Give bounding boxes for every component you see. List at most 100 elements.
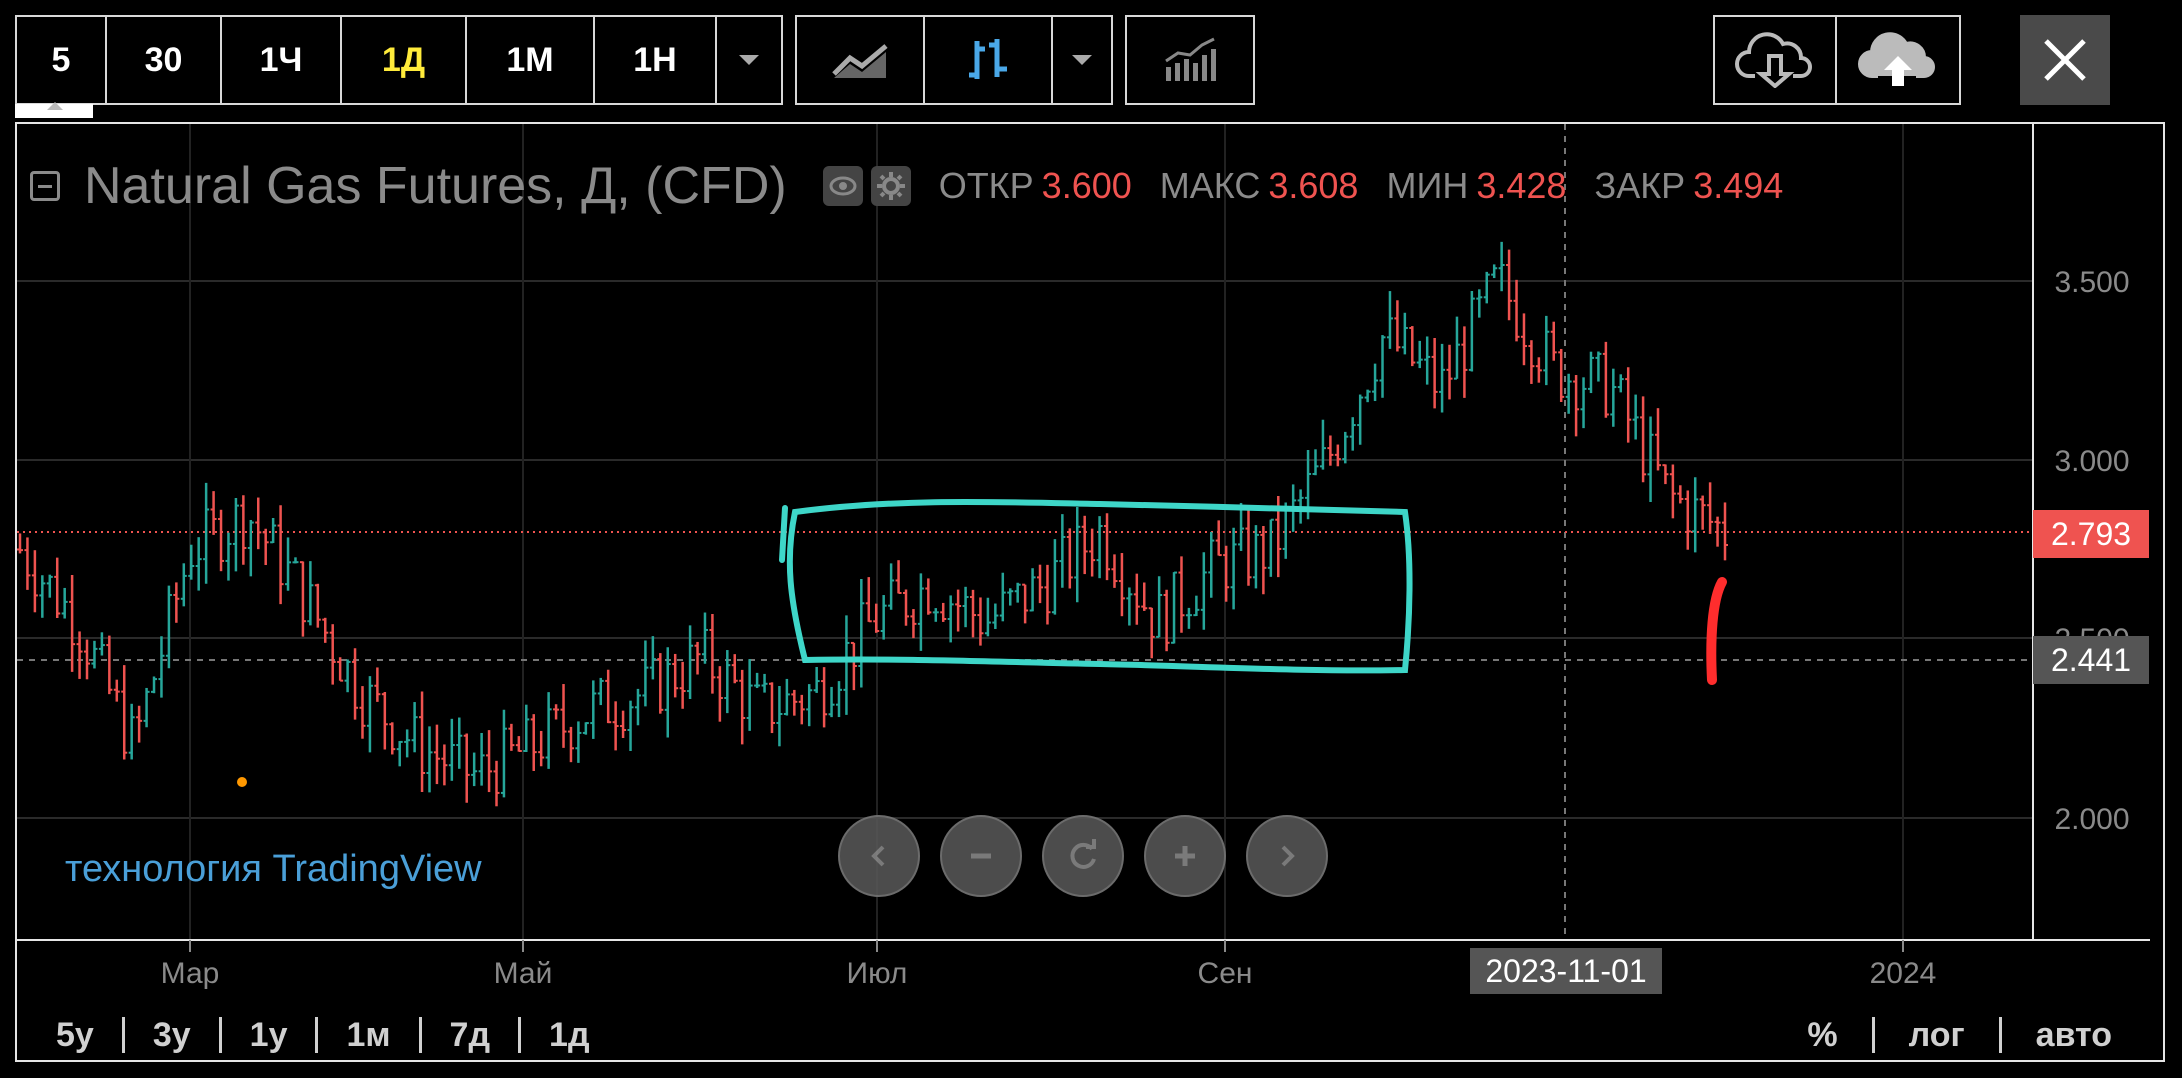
ohlc-bar xyxy=(39,575,46,618)
ohlc-bar xyxy=(128,703,135,760)
ohlc-bar xyxy=(716,666,723,722)
ohlc-bar xyxy=(1692,477,1699,553)
ohlc-bar xyxy=(1178,556,1185,633)
ohlc-bar xyxy=(121,665,128,760)
zoom-out-button[interactable] xyxy=(940,815,1022,897)
visibility-toggle[interactable] xyxy=(822,166,863,206)
range-3y-button[interactable]: 3y xyxy=(125,1016,219,1055)
high-label: МАКС xyxy=(1159,165,1261,206)
symbol-header: Natural Gas Futures, Д, (CFD) ОТКР 3.600 … xyxy=(30,157,1784,215)
ohlc-bar xyxy=(1625,367,1632,443)
ohlc-bar xyxy=(1096,516,1103,579)
ohlc-bar xyxy=(1453,316,1460,380)
ohlc-bar xyxy=(1126,587,1133,626)
ohlc-bar xyxy=(850,641,857,691)
ohlc-bar xyxy=(307,561,314,626)
ohlc-bar xyxy=(1446,344,1453,400)
auto-scale-button[interactable]: авто xyxy=(2002,1016,2112,1055)
y-tick-label: 3.500 xyxy=(2054,266,2129,299)
ohlc-bar xyxy=(1104,513,1111,581)
ohlc-bar xyxy=(1677,485,1684,504)
ohlc-bar xyxy=(173,582,180,623)
ohlc-bar xyxy=(1662,464,1669,485)
zoom-in-button[interactable] xyxy=(1144,815,1226,897)
ohlc-bar xyxy=(1506,249,1513,321)
close-label: ЗАКР xyxy=(1594,165,1686,206)
ohlc-bar xyxy=(1193,595,1200,617)
x-tick-label: Май xyxy=(494,957,553,990)
ohlc-bar xyxy=(31,550,38,613)
ohlc-bar xyxy=(612,701,619,751)
ohlc-bar xyxy=(210,491,217,535)
ohlc-bar xyxy=(54,557,61,618)
ohlc-bar xyxy=(1334,444,1341,467)
ohlc-bar xyxy=(1364,389,1371,403)
x-tick-label: Мар xyxy=(161,957,220,990)
ohlc-bar xyxy=(277,505,284,605)
ohlc-bar xyxy=(1476,289,1483,318)
ohlc-bar xyxy=(813,667,820,693)
ohlc-bar xyxy=(1699,495,1706,530)
ohlc-bar xyxy=(1535,357,1542,383)
log-scale-button[interactable]: лог xyxy=(1875,1016,1999,1055)
settings-toggle[interactable] xyxy=(870,166,911,206)
range-7d-button[interactable]: 7д xyxy=(422,1016,519,1055)
ohlc-bar xyxy=(1200,552,1207,630)
ohlc-bar xyxy=(1632,394,1639,440)
ohlc-values: ОТКР 3.600 МАКС 3.608 МИН 3.428 ЗАКР 3.494 xyxy=(921,165,1784,207)
reset-button[interactable] xyxy=(1042,815,1124,897)
low-label: МИН xyxy=(1386,165,1469,206)
range-5y-button[interactable]: 5y xyxy=(40,1016,122,1055)
ohlc-bar xyxy=(538,730,545,767)
scroll-right-button[interactable] xyxy=(1246,815,1328,897)
plus-icon xyxy=(1175,846,1195,866)
scroll-left-button[interactable] xyxy=(838,815,920,897)
ohlc-bar xyxy=(98,632,105,656)
range-1y-button[interactable]: 1y xyxy=(222,1016,316,1055)
ohlc-bar xyxy=(441,744,448,786)
collapse-icon[interactable] xyxy=(30,171,60,201)
range-1d-button[interactable]: 1д xyxy=(521,1016,618,1055)
ohlc-bar xyxy=(270,517,277,544)
ohlc-bar xyxy=(1081,515,1088,575)
ohlc-bar xyxy=(91,640,98,669)
ohlc-bar xyxy=(1431,338,1438,409)
ohlc-bar xyxy=(1595,351,1602,382)
ohlc-bar xyxy=(1007,588,1014,606)
ohlc-bar xyxy=(158,636,165,698)
ohlc-bar xyxy=(262,528,269,566)
range-1m-button[interactable]: 1м xyxy=(318,1016,418,1055)
ohlc-bar xyxy=(1349,417,1356,451)
ohlc-bar xyxy=(806,684,813,727)
cursor-date-label: 2023-11-01 xyxy=(1470,948,1662,994)
ohlc-bar xyxy=(1171,571,1178,644)
percent-scale-button[interactable]: % xyxy=(1773,1016,1871,1055)
ohlc-bar xyxy=(515,736,522,752)
ohlc-bar xyxy=(106,635,113,695)
ohlc-bar xyxy=(1424,336,1431,385)
ohlc-bar xyxy=(567,726,574,763)
ohlc-bar xyxy=(582,722,589,735)
ohlc-bar xyxy=(1372,363,1379,402)
x-tick-label: Июл xyxy=(847,957,908,990)
ohlc-bar xyxy=(232,497,239,572)
range-bar: 5y 3y 1y 1м 7д 1д xyxy=(40,1015,618,1055)
ohlc-bar xyxy=(694,641,701,675)
ohlc-bar xyxy=(1669,464,1676,519)
ohlc-bar xyxy=(404,729,411,758)
ohlc-bar xyxy=(620,710,627,739)
ohlc-bar xyxy=(1156,576,1163,638)
ohlc-bar xyxy=(426,726,433,793)
ohlc-bar xyxy=(984,597,991,637)
ohlc-bar xyxy=(344,659,351,693)
tradingview-watermark[interactable]: технология TradingView xyxy=(65,848,482,891)
ohlc-bar xyxy=(1245,509,1252,586)
ohlc-bar xyxy=(1573,375,1580,437)
ohlc-bar xyxy=(225,532,232,581)
ohlc-bar xyxy=(1558,348,1565,402)
ohlc-bar xyxy=(828,686,835,718)
ohlc-bar xyxy=(999,572,1006,622)
ohlc-bar xyxy=(299,561,306,637)
ohlc-bar xyxy=(1640,396,1647,483)
ohlc-bar xyxy=(1252,525,1259,589)
